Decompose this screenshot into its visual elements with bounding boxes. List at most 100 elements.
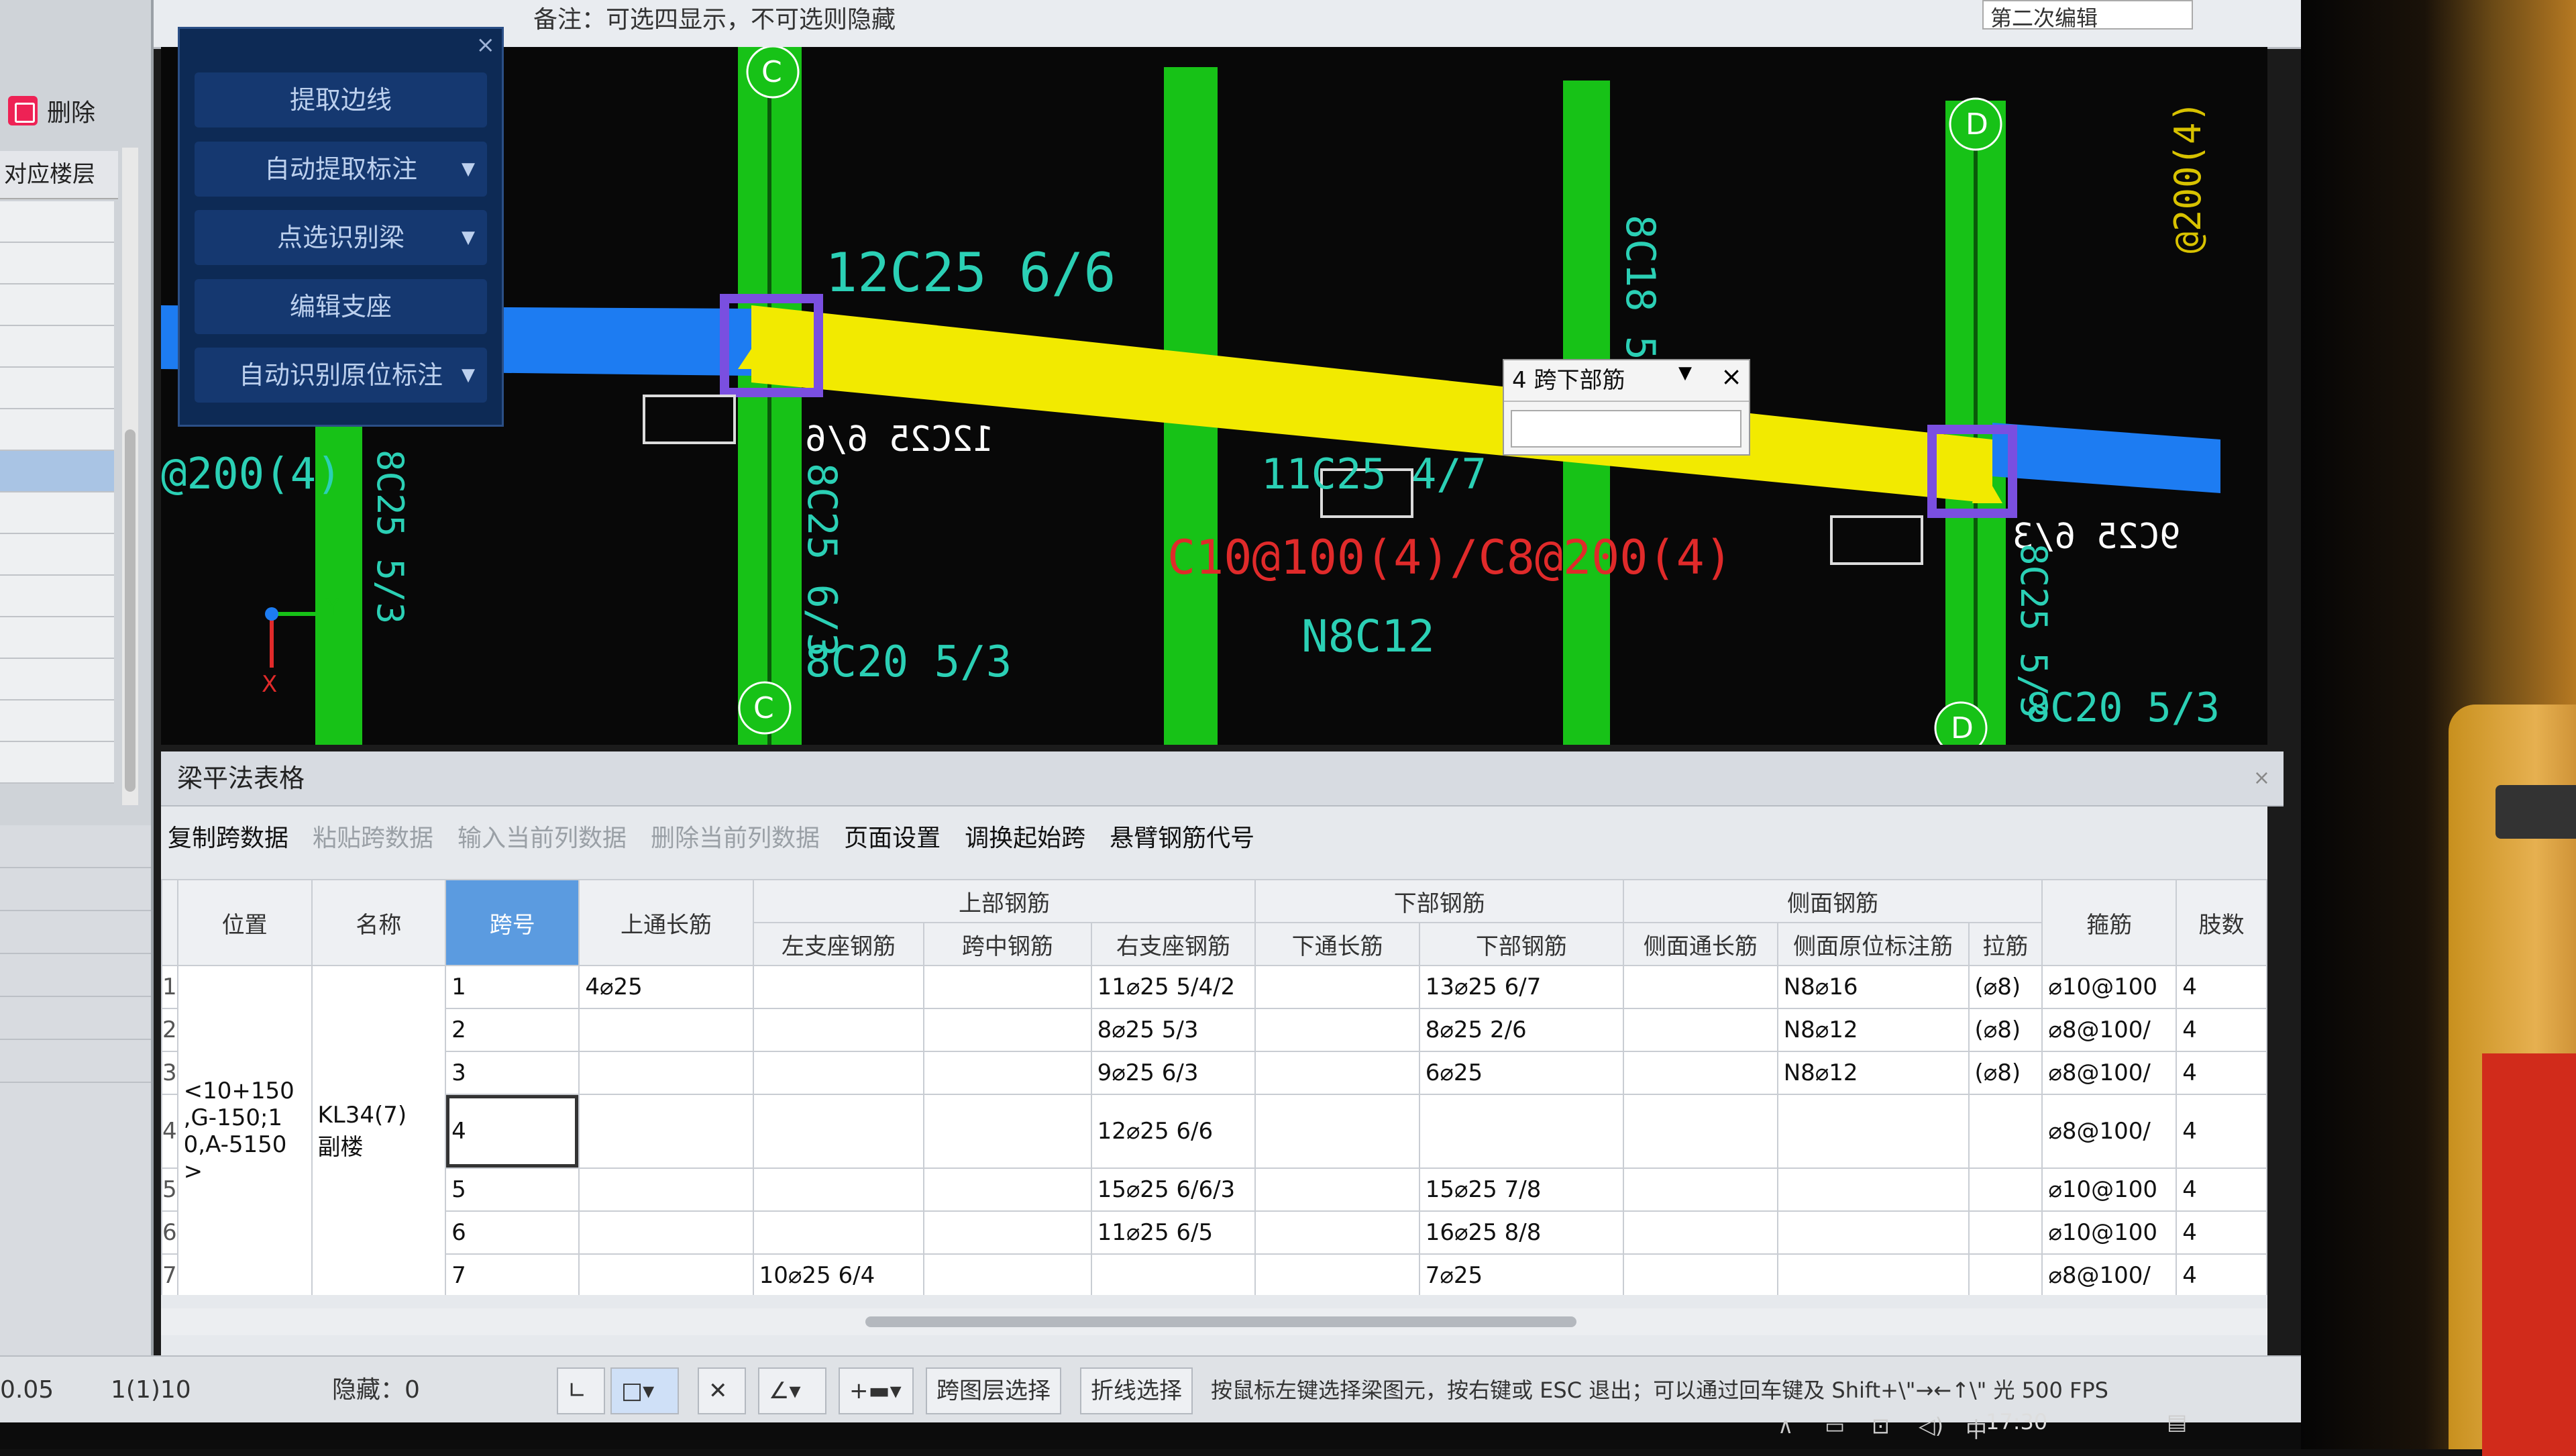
cell-tie[interactable]: (⌀8) xyxy=(1968,965,2043,1009)
chevron-down-icon[interactable]: ▼ xyxy=(462,142,475,197)
chevron-down-icon[interactable]: ▼ xyxy=(1678,363,1692,383)
polyline-select-button[interactable]: 折线选择 xyxy=(1080,1367,1193,1414)
floor-row[interactable] xyxy=(0,659,114,700)
cell-bottom-through[interactable] xyxy=(1254,965,1420,1009)
input-column-button[interactable]: 输入当前列数据 xyxy=(458,812,627,866)
cell-top-left[interactable] xyxy=(752,1210,925,1255)
cell-top-through[interactable] xyxy=(578,1167,754,1212)
cell-top-through[interactable]: 4⌀25 xyxy=(578,965,754,1009)
cell-top-right[interactable]: 15⌀25 6/6/3 xyxy=(1090,1167,1256,1212)
header-top-mid[interactable]: 跨中钢筋 xyxy=(923,922,1092,966)
cell-bottom-through[interactable] xyxy=(1254,1051,1420,1095)
cell-top-right[interactable]: 12⌀25 6/6 xyxy=(1090,1094,1256,1169)
cell-stirrup[interactable]: ⌀8@100/ xyxy=(2041,1008,2178,1052)
cell-legs[interactable]: 4 xyxy=(2176,1008,2267,1052)
cell-side-in-situ[interactable]: N8⌀16 xyxy=(1776,965,1970,1009)
paste-span-button[interactable]: 粘贴跨数据 xyxy=(313,812,433,866)
cell-bottom-bar[interactable]: 15⌀25 7/8 xyxy=(1418,1167,1625,1212)
cell-tie[interactable] xyxy=(1968,1094,2043,1169)
close-icon[interactable]: × xyxy=(1721,362,1742,391)
clock[interactable]: 17:30 xyxy=(1986,1409,2047,1435)
header-tie[interactable]: 拉筋 xyxy=(1968,922,2043,966)
floor-row[interactable] xyxy=(0,617,114,659)
cell-top-right[interactable]: 11⌀25 6/5 xyxy=(1090,1210,1256,1255)
row-index[interactable]: 6 xyxy=(161,1210,178,1255)
cell-stirrup[interactable]: ⌀10@100 xyxy=(2041,1167,2178,1212)
cell-span[interactable]: 3 xyxy=(445,1051,580,1095)
cell-top-mid[interactable] xyxy=(923,1253,1092,1295)
cell-top-mid[interactable] xyxy=(923,1167,1092,1212)
left-scrollbar[interactable] xyxy=(122,148,138,805)
swap-start-span-button[interactable]: 调换起始跨 xyxy=(965,812,1085,866)
cell-bottom-bar[interactable] xyxy=(1418,1094,1625,1169)
cell-side-in-situ[interactable] xyxy=(1776,1094,1970,1169)
floor-row[interactable] xyxy=(0,492,114,534)
floor-row[interactable] xyxy=(0,409,114,451)
delete-button[interactable]: 删除 xyxy=(0,81,159,141)
cell-stirrup[interactable]: ⌀8@100/ xyxy=(2041,1051,2178,1095)
cell-top-right[interactable] xyxy=(1090,1253,1256,1295)
battery-icon[interactable]: ▭ xyxy=(1825,1413,1845,1439)
floor-row[interactable] xyxy=(0,742,114,784)
annotation-vertical-1[interactable]: 8C25 6/3 xyxy=(798,463,845,657)
header-bottom-through[interactable]: 下通长筋 xyxy=(1254,922,1420,966)
cell-legs[interactable]: 4 xyxy=(2176,1094,2267,1169)
floor-row[interactable] xyxy=(0,243,114,284)
popup-input[interactable] xyxy=(1511,410,1741,448)
cell-stirrup[interactable]: ⌀10@100 xyxy=(2041,1210,2178,1255)
table-row[interactable]: 5 5 15⌀25 6/6/3 15⌀25 7/8 ⌀10@100 4 xyxy=(161,1167,2267,1212)
floor-row-selected[interactable] xyxy=(0,451,114,492)
copy-span-button[interactable]: 复制跨数据 xyxy=(168,812,288,866)
auto-recognize-in-situ-button[interactable]: 自动识别原位标注 ▼ xyxy=(195,348,487,403)
cell-side-through[interactable] xyxy=(1623,965,1778,1009)
annotation-bottom-2[interactable]: 8C20 5/3 xyxy=(2026,684,2220,731)
cell-top-left[interactable]: 10⌀25 6/4 xyxy=(752,1253,925,1295)
notification-icon[interactable]: ▤ xyxy=(2167,1409,2187,1435)
cell-bottom-through[interactable] xyxy=(1254,1253,1420,1295)
cell-bottom-bar[interactable]: 13⌀25 6/7 xyxy=(1418,965,1625,1009)
row-index[interactable]: 3 xyxy=(161,1051,178,1095)
header-stirrup[interactable]: 箍筋 xyxy=(2041,879,2178,966)
cell-top-right[interactable]: 8⌀25 5/3 xyxy=(1090,1008,1256,1052)
table-row[interactable]: 4 4 12⌀25 6/6 ⌀8@100/4 xyxy=(161,1094,2267,1169)
floor-row[interactable] xyxy=(0,534,114,576)
cell-tie[interactable] xyxy=(1968,1210,2043,1255)
floor-row[interactable] xyxy=(0,576,114,617)
angle-button[interactable]: ∠▾ xyxy=(758,1367,826,1414)
ortho-button[interactable]: ∟ xyxy=(557,1367,605,1414)
cell-tie[interactable] xyxy=(1968,1167,2043,1212)
volume-icon[interactable]: ◁) xyxy=(1919,1413,1943,1439)
annotation-left-1[interactable]: @200(4) xyxy=(161,450,342,499)
cell-side-through[interactable] xyxy=(1623,1094,1778,1169)
cell-side-through[interactable] xyxy=(1623,1051,1778,1095)
annotation-mirrored-1[interactable]: 12C25 6/6 xyxy=(805,419,994,460)
cell-top-mid[interactable] xyxy=(923,1051,1092,1095)
table-hscrollbar[interactable] xyxy=(161,1308,2267,1335)
annotation-top-1[interactable]: 12C25 6/6 xyxy=(825,242,1116,304)
cell-span[interactable]: 1 xyxy=(445,965,580,1009)
cell-bottom-bar[interactable]: 6⌀25 xyxy=(1418,1051,1625,1095)
close-icon[interactable]: × xyxy=(476,32,496,58)
cell-top-left[interactable] xyxy=(752,1167,925,1212)
cell-top-left[interactable] xyxy=(752,1008,925,1052)
cell-side-through[interactable] xyxy=(1623,1167,1778,1212)
floor-combo[interactable]: 第二次编辑 xyxy=(1982,0,2193,31)
row-index[interactable]: 2 xyxy=(161,1008,178,1052)
tray-up-icon[interactable]: ∧ xyxy=(1778,1413,1793,1439)
cell-top-left[interactable] xyxy=(752,1094,925,1169)
hscroll-thumb[interactable] xyxy=(865,1316,1576,1327)
cell-bottom-bar[interactable]: 16⌀25 8/8 xyxy=(1418,1210,1625,1255)
left-scroll-thumb[interactable] xyxy=(125,429,136,792)
cell-legs[interactable]: 4 xyxy=(2176,1167,2267,1212)
annotation-bottom-1[interactable]: 8C20 5/3 xyxy=(805,637,1012,687)
header-top-right[interactable]: 右支座钢筋 xyxy=(1090,922,1256,966)
header-side-through[interactable]: 侧面通长筋 xyxy=(1623,922,1778,966)
cell-legs[interactable]: 4 xyxy=(2176,1210,2267,1255)
cell-name[interactable]: KL34(7) 副楼 xyxy=(311,965,447,1295)
cell-top-mid[interactable] xyxy=(923,1094,1092,1169)
table-row[interactable]: 1 <10+150 ,G-150;1 0,A-5150 > KL34(7) 副楼 1 4⌀25 1… xyxy=(161,965,2267,1295)
row-index[interactable]: 4 xyxy=(161,1094,178,1169)
delete-column-button[interactable]: 删除当前列数据 xyxy=(651,812,820,866)
header-position[interactable]: 位置 xyxy=(176,879,313,966)
cell-span[interactable]: 2 xyxy=(445,1008,580,1052)
